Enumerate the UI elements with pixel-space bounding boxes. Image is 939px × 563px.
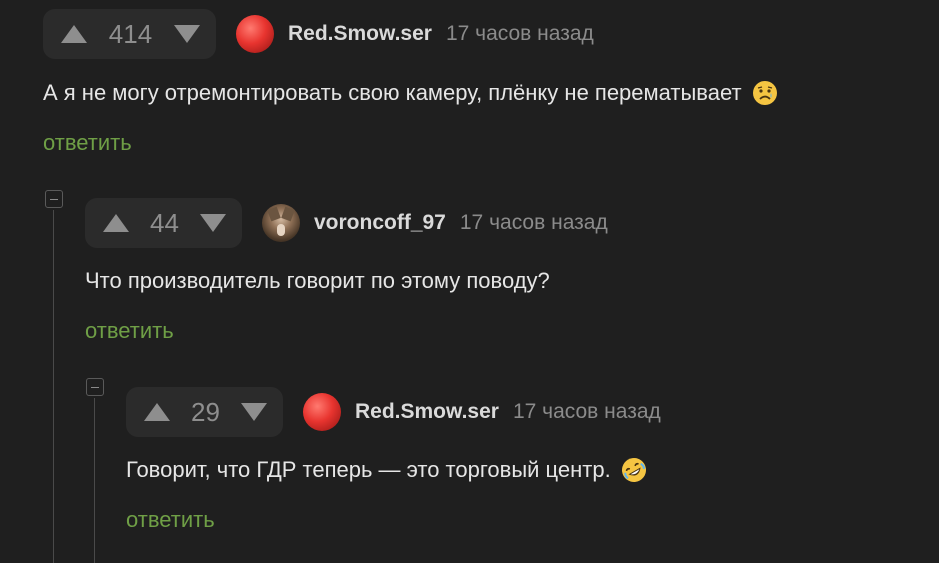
rating-count: 44	[150, 207, 179, 238]
timestamp[interactable]: 17 часов назад	[513, 400, 661, 424]
thread-line[interactable]	[53, 210, 54, 563]
reply-link[interactable]: ответить	[85, 318, 174, 344]
sad-face-emoji-icon	[752, 80, 778, 106]
upvote-icon[interactable]	[101, 211, 131, 235]
comment-header: 44 voroncoff_97 17 часов назад	[85, 198, 608, 248]
username[interactable]: Red.Smow.ser	[355, 400, 499, 424]
comment-body: А я не могу отремонтировать свою камеру,…	[43, 80, 742, 105]
comment-header: 29 Red.Smow.ser 17 часов назад	[126, 387, 661, 437]
avatar[interactable]	[236, 15, 274, 53]
comment-text: Что производитель говорит по этому повод…	[85, 268, 550, 294]
upvote-icon[interactable]	[142, 400, 172, 424]
collapse-thread-button[interactable]	[45, 190, 63, 208]
reply-link[interactable]: ответить	[43, 130, 132, 156]
comment-text: А я не могу отремонтировать свою камеру,…	[43, 80, 778, 106]
rofl-emoji-icon	[621, 457, 647, 483]
timestamp[interactable]: 17 часов назад	[446, 22, 594, 46]
rating-widget: 414	[43, 9, 216, 59]
comment-body: Говорит, что ГДР теперь — это торговый ц…	[126, 457, 611, 482]
rating-widget: 44	[85, 198, 242, 248]
downvote-icon[interactable]	[198, 211, 228, 235]
username[interactable]: voroncoff_97	[314, 211, 446, 235]
rating-count: 29	[191, 396, 220, 427]
collapse-thread-button[interactable]	[86, 378, 104, 396]
avatar[interactable]	[303, 393, 341, 431]
comment-header: 414 Red.Smow.ser 17 часов назад	[43, 9, 594, 59]
timestamp[interactable]: 17 часов назад	[460, 211, 608, 235]
reply-link[interactable]: ответить	[126, 507, 215, 533]
rating-widget: 29	[126, 387, 283, 437]
avatar[interactable]	[262, 204, 300, 242]
comment-text: Говорит, что ГДР теперь — это торговый ц…	[126, 457, 647, 483]
thread-line[interactable]	[94, 398, 95, 563]
upvote-icon[interactable]	[59, 22, 89, 46]
username[interactable]: Red.Smow.ser	[288, 22, 432, 46]
downvote-icon[interactable]	[172, 22, 202, 46]
downvote-icon[interactable]	[239, 400, 269, 424]
rating-count: 414	[108, 18, 153, 49]
comment-body: Что производитель говорит по этому повод…	[85, 268, 550, 293]
